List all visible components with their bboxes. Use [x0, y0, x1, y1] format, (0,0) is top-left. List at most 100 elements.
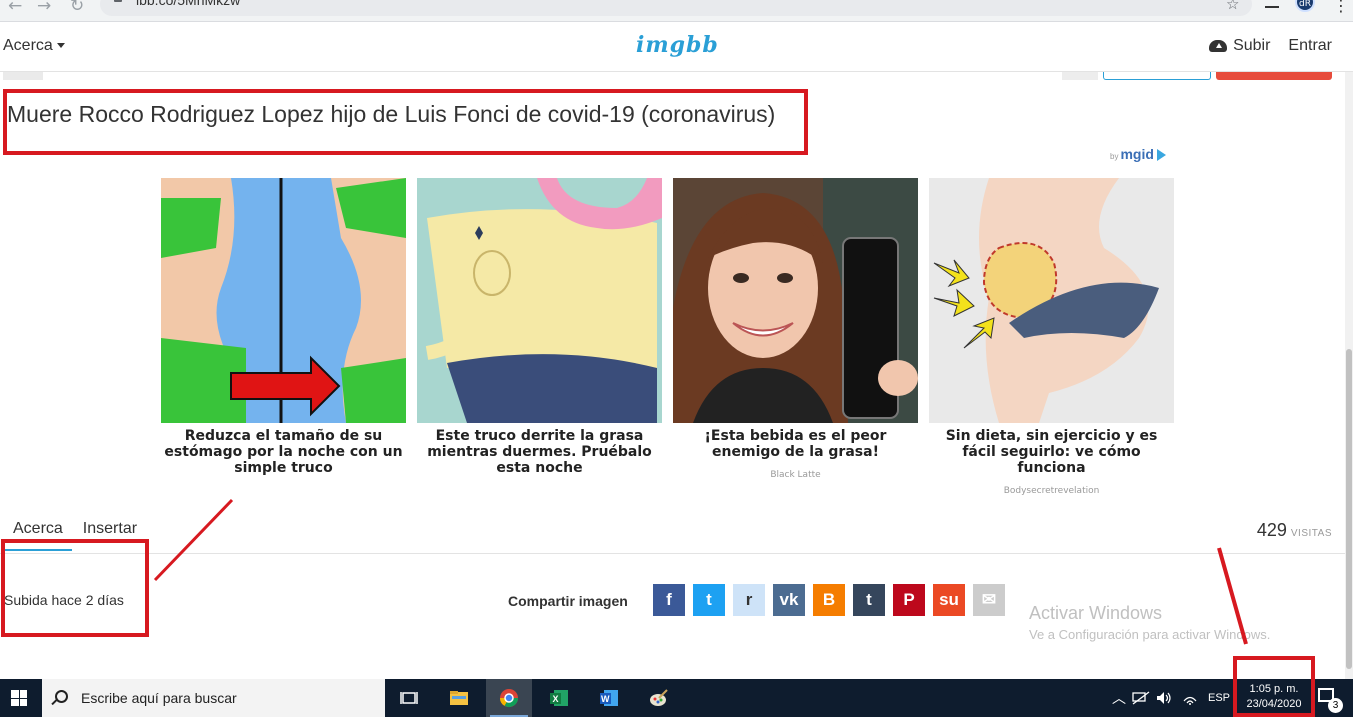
watermark-title: Activar Windows [1029, 603, 1163, 623]
scrollbar-thumb[interactable] [1346, 349, 1352, 669]
search-icon [55, 690, 68, 703]
forward-icon[interactable]: → [37, 0, 51, 16]
email-icon[interactable]: ✉ [973, 584, 1005, 616]
ad-illustration-waist [161, 178, 406, 423]
taskbar-paint[interactable] [636, 679, 682, 717]
media-control-icon[interactable] [1265, 0, 1279, 8]
site-logo[interactable]: imgbb [636, 32, 719, 58]
taskbar-excel[interactable]: X [536, 679, 582, 717]
toolbar-remnant-button[interactable] [1062, 72, 1098, 80]
wifi-icon[interactable] [1182, 691, 1198, 705]
toolbar-remnant-left[interactable] [3, 72, 43, 80]
login-link[interactable]: Entrar [1288, 37, 1332, 55]
taskbar-search-placeholder: Escribe aquí para buscar [81, 690, 237, 706]
toolbar-outline-button[interactable] [1103, 72, 1211, 80]
toolbar-primary-button[interactable] [1216, 72, 1332, 80]
windows-activation-watermark: Activar Windows Ve a Configuración para … [1029, 603, 1270, 642]
cloud-upload-icon [1209, 40, 1228, 52]
url-text: ibb.co/5MhMkzw [136, 0, 241, 8]
ad-grid: Reduzca el tamaño de su estómago por la … [161, 178, 1174, 496]
views-counter: 429 VISITAS [1257, 520, 1332, 541]
taskbar-word[interactable]: W [586, 679, 632, 717]
volume-icon[interactable] [1156, 691, 1172, 705]
ad-provider-name: mgid [1120, 146, 1154, 162]
ad-photo-woman-drink [673, 178, 918, 423]
browser-toolbar: ← → ↻ ibb.co/5MhMkzw ☆ dR ⋮ [0, 0, 1353, 22]
taskbar-chrome[interactable] [486, 679, 532, 717]
tab-embed[interactable]: Insertar [83, 520, 137, 538]
reload-icon[interactable]: ↻ [70, 0, 84, 16]
about-menu[interactable]: Acerca [3, 37, 65, 55]
views-label: VISITAS [1290, 528, 1332, 539]
folder-icon [450, 691, 468, 705]
tumblr-icon[interactable]: t [853, 584, 885, 616]
tab-about[interactable]: Acerca [13, 520, 63, 538]
word-icon: W [600, 690, 618, 706]
task-view-button[interactable] [386, 679, 432, 717]
ad-provider-prefix: by [1110, 152, 1119, 161]
views-count: 429 [1256, 520, 1287, 540]
stumbleupon-icon[interactable]: su [933, 584, 965, 616]
ad-image[interactable] [417, 178, 662, 423]
divider [0, 553, 1353, 554]
excel-icon: X [550, 690, 568, 706]
windows-taskbar: Escribe aquí para buscar X W ︿ ESP 1:05 … [0, 679, 1353, 717]
language-indicator[interactable]: ESP [1208, 692, 1230, 704]
notification-badge: 3 [1328, 698, 1343, 713]
taskbar-search[interactable]: Escribe aquí para buscar [42, 679, 385, 717]
ad-card[interactable]: ¡Esta bebida es el peor enemigo de la gr… [673, 178, 918, 496]
start-button[interactable] [0, 679, 42, 717]
ad-title[interactable]: Sin dieta, sin ejercicio y es fácil segu… [929, 428, 1174, 476]
watermark-subtitle: Ve a Configuración para activar Windows. [1029, 627, 1271, 642]
ad-title[interactable]: Este truco derrite la grasa mientras due… [417, 428, 662, 476]
network-disconnected-icon[interactable] [1132, 691, 1150, 705]
profile-avatar[interactable]: dR [1295, 0, 1315, 12]
chrome-icon [500, 689, 518, 708]
address-bar[interactable]: ibb.co/5MhMkzw [100, 0, 1252, 16]
ad-image[interactable] [161, 178, 406, 423]
ad-title[interactable]: ¡Esta bebida es el peor enemigo de la gr… [673, 428, 918, 460]
paint-icon [650, 689, 668, 706]
ad-card[interactable]: Reduzca el tamaño de su estómago por la … [161, 178, 406, 496]
chevron-up-icon[interactable]: ︿ [1112, 688, 1126, 708]
ad-source: Black Latte [770, 470, 821, 480]
site-header: Acerca imgbb Subir Entrar [0, 22, 1353, 72]
ad-provider-logo[interactable]: by mgid [1110, 146, 1166, 162]
ad-card[interactable]: Este truco derrite la grasa mientras due… [417, 178, 662, 496]
svg-text:W: W [601, 694, 610, 704]
vk-icon[interactable]: vk [773, 584, 805, 616]
svg-text:X: X [553, 694, 559, 704]
ad-source: Bodysecretrevelation [1003, 486, 1100, 496]
bookmark-star-icon[interactable]: ☆ [1226, 0, 1239, 13]
reddit-icon[interactable]: r [733, 584, 765, 616]
ad-card[interactable]: Sin dieta, sin ejercicio y es fácil segu… [929, 178, 1174, 496]
back-icon[interactable]: ← [8, 0, 22, 16]
blogger-icon[interactable]: B [813, 584, 845, 616]
share-label: Compartir imagen [508, 593, 628, 609]
ad-illustration-belly [417, 178, 662, 423]
ad-illustration-hips [929, 178, 1174, 423]
ad-image[interactable] [929, 178, 1174, 423]
annotation-box-upload [1, 539, 149, 637]
upload-button[interactable]: Subir [1209, 37, 1270, 55]
annotation-arrow-upload [153, 498, 234, 582]
adchoices-icon [1156, 149, 1166, 162]
image-tabs: Acerca Insertar [13, 520, 137, 538]
task-view-icon [400, 692, 418, 704]
twitter-icon[interactable]: t [693, 584, 725, 616]
facebook-icon[interactable]: f [653, 584, 685, 616]
ad-image[interactable] [673, 178, 918, 423]
annotation-box-clock [1233, 656, 1315, 717]
pinterest-icon[interactable]: P [893, 584, 925, 616]
annotation-box-title [3, 89, 808, 155]
share-buttons: f t r vk Bt Psu ✉ [653, 584, 1005, 616]
page-scrollbar[interactable] [1345, 72, 1353, 679]
windows-logo-icon [11, 690, 27, 706]
caret-down-icon [56, 43, 65, 49]
upload-label: Subir [1233, 37, 1271, 54]
ad-title[interactable]: Reduzca el tamaño de su estómago por la … [161, 428, 406, 476]
about-menu-label: Acerca [3, 37, 53, 54]
browser-menu-icon[interactable]: ⋮ [1333, 0, 1349, 15]
taskbar-file-explorer[interactable] [436, 679, 482, 717]
lock-icon [114, 0, 122, 2]
